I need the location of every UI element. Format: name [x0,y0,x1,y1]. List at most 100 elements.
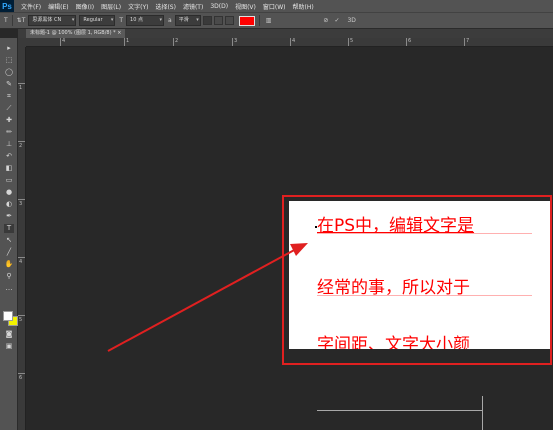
eraser-tool-icon[interactable]: ◧ [4,164,14,173]
ruler-label: 4 [62,38,66,44]
menu-view[interactable]: 视图(V) [235,2,256,11]
align-left-button[interactable] [202,16,212,25]
ruler-tick [18,141,25,142]
zoom-tool-icon[interactable]: ⚲ [4,272,14,281]
ruler-label: 4 [292,38,296,44]
history-brush-tool-icon[interactable]: ↶ [4,152,14,161]
menu-file[interactable]: 文件(F) [21,2,41,11]
text-orientation-icon[interactable]: ⇅T [17,17,26,24]
align-center-button[interactable] [213,16,223,25]
ruler-tick [124,38,125,46]
menu-select[interactable]: 选择(S) [155,2,176,11]
options-bar: T ⇅T 思源黑体 CN ▾ Regular ▾ T 10 点 ▾ a 平滑 ▾… [0,12,553,29]
font-family-value: 思源黑体 CN [32,17,62,23]
font-style-select[interactable]: Regular ▾ [79,15,116,26]
tools-panel: ▸ ⬚ ◯ ✎ ⌗ ⟋ ✚ ✏ ⊥ ↶ ◧ ▭ ● ◐ ✒ T ↖ ╱ ✋ ⚲ … [0,38,18,430]
menu-type[interactable]: 文字(Y) [128,2,148,11]
ruler-tick [60,38,61,46]
eyedropper-tool-icon[interactable]: ⟋ [4,104,14,113]
ruler-tick [18,315,25,316]
photoshop-logo: Ps [0,0,14,12]
ruler-tick [173,38,174,46]
text-color-swatch[interactable] [238,15,255,26]
gradient-tool-icon[interactable]: ▭ [4,176,14,185]
ruler-label: 7 [466,38,470,44]
ruler-tick [18,83,25,84]
menu-edit[interactable]: 编辑(E) [48,2,68,11]
warp-text-icon[interactable]: ▥ [266,17,272,24]
document-tab-bar: 未标题-1 @ 100% (图层 1, RGB/8) * × [18,29,553,38]
align-right-button[interactable] [224,16,234,25]
menu-window[interactable]: 窗口(W) [263,2,286,11]
menu-help[interactable]: 帮助(H) [293,2,314,11]
antialias-icon: a [168,17,172,24]
document-tab[interactable]: 未标题-1 @ 100% (图层 1, RGB/8) * × [26,29,126,38]
menu-image[interactable]: 图像(I) [76,2,94,11]
stamp-tool-icon[interactable]: ⊥ [4,140,14,149]
chevron-down-icon: ▾ [159,17,163,23]
menu-filter[interactable]: 滤镜(T) [183,2,203,11]
line-tool-icon[interactable]: ╱ [4,248,14,257]
screen-mode-icon[interactable]: ▣ [4,342,14,351]
type-tool-icon[interactable]: T [4,224,14,233]
ruler-label: 3 [19,201,23,207]
ruler-origin[interactable] [18,38,26,47]
ruler-label: 1 [19,85,23,91]
chevron-down-icon: ▾ [110,17,114,23]
move-tool-icon[interactable]: ▸ [4,44,14,53]
guide-horizontal[interactable] [317,410,482,411]
annotation-highlight-box [282,195,552,365]
ruler-tick [464,38,465,46]
ruler-label: 5 [19,317,23,323]
ruler-tick [18,373,25,374]
commit-icon[interactable]: ✓ [334,17,339,24]
chevron-down-icon: ▾ [196,17,199,23]
blur-tool-icon[interactable]: ● [4,188,14,197]
font-family-select[interactable]: 思源黑体 CN ▾ [28,15,77,26]
ruler-tick [18,257,25,258]
lasso-tool-icon[interactable]: ◯ [4,68,14,77]
menu-bar: Ps 文件(F) 编辑(E) 图像(I) 图层(L) 文字(Y) 选择(S) 滤… [0,0,553,12]
type-tool-preset-icon[interactable]: T [4,17,8,24]
marquee-tool-icon[interactable]: ⬚ [4,56,14,65]
font-size-value: 10 点 [130,17,143,23]
ruler-label: 6 [19,375,23,381]
more-tools-icon[interactable]: … [4,284,14,293]
quick-select-tool-icon[interactable]: ✎ [4,80,14,89]
path-select-tool-icon[interactable]: ↖ [4,236,14,245]
guide-vertical[interactable] [482,396,483,430]
ruler-tick [18,199,25,200]
ruler-label: 1 [126,38,130,44]
ruler-label: 4 [19,259,23,265]
ruler-tick [232,38,233,46]
menu-3d[interactable]: 3D(D) [210,3,228,10]
pen-tool-icon[interactable]: ✒ [4,212,14,221]
horizontal-ruler[interactable]: 4 1 2 3 4 5 6 7 [26,38,553,47]
ruler-tick [406,38,407,46]
ruler-tick [290,38,291,46]
separator [11,15,13,26]
brush-tool-icon[interactable]: ✏ [4,128,14,137]
vertical-ruler[interactable]: 1 2 3 4 5 6 [18,47,26,430]
font-size-select[interactable]: 10 点 ▾ [126,15,165,26]
threed-button[interactable]: 3D [347,17,355,24]
separator [258,15,260,26]
healing-tool-icon[interactable]: ✚ [4,116,14,125]
font-size-icon: T [119,17,124,24]
antialias-value: 平滑 [178,17,189,23]
menu-layer[interactable]: 图层(L) [101,2,121,11]
ruler-label: 3 [234,38,238,44]
ruler-tick [348,38,349,46]
chevron-down-icon: ▾ [71,17,75,23]
ruler-label: 5 [350,38,354,44]
dodge-tool-icon[interactable]: ◐ [4,200,14,209]
crop-tool-icon[interactable]: ⌗ [4,92,14,101]
cancel-icon[interactable]: ⊘ [323,17,328,24]
ruler-label: 2 [175,38,179,44]
hand-tool-icon[interactable]: ✋ [4,260,14,269]
antialias-select[interactable]: 平滑 ▾ [174,15,201,26]
foreground-color-swatch[interactable] [3,311,13,321]
quick-mask-icon[interactable]: ◙ [4,330,14,339]
ruler-label: 6 [408,38,412,44]
font-style-value: Regular [83,17,103,23]
